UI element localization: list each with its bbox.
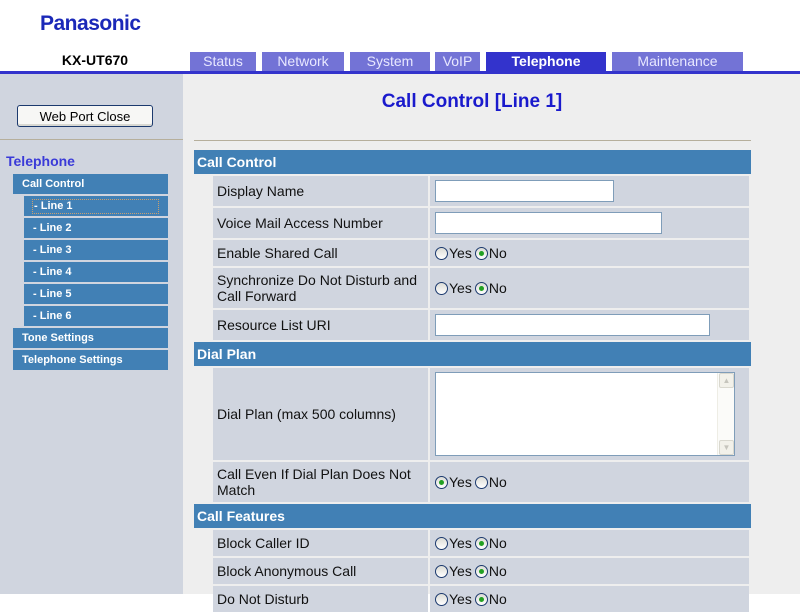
row-resource-list-uri: Resource List URI [213, 310, 751, 340]
sidebar-item-label: - Line 1 [32, 199, 159, 214]
block-caller-id-label: Block Caller ID [213, 530, 428, 556]
tab-status[interactable]: Status [190, 52, 256, 72]
tab-voip[interactable]: VoIP [435, 52, 480, 72]
block-anonymous-call-radio-group: Yes No [435, 563, 510, 579]
title-divider [194, 140, 751, 141]
yes-label: Yes [449, 563, 472, 579]
enable-shared-call-no-radio[interactable] [474, 246, 488, 260]
no-label: No [488, 280, 507, 296]
tab-network[interactable]: Network [262, 52, 344, 72]
no-label: No [488, 474, 507, 490]
sync-dnd-call-forward-label: Synchronize Do Not Disturb and Call Forw… [213, 268, 428, 308]
sidebar-item-tone-settings[interactable]: Tone Settings [13, 328, 168, 348]
block-anonymous-call-label: Block Anonymous Call [213, 558, 428, 584]
do-not-disturb-label: Do Not Disturb [213, 586, 428, 612]
scroll-up-arrow-icon[interactable]: ▲ [719, 373, 734, 388]
yes-label: Yes [449, 280, 472, 296]
section-header-call-control: Call Control [194, 150, 751, 174]
dial-plan-label: Dial Plan (max 500 columns) [213, 368, 428, 460]
voice-mail-access-number-label: Voice Mail Access Number [213, 208, 428, 238]
yes-label: Yes [449, 474, 472, 490]
enable-shared-call-label: Enable Shared Call [213, 240, 428, 266]
display-name-input[interactable] [435, 180, 614, 202]
section-header-dial-plan: Dial Plan [194, 342, 751, 366]
yes-label: Yes [449, 245, 472, 261]
no-label: No [488, 591, 507, 607]
block-anonymous-call-no-radio[interactable] [474, 564, 488, 578]
tab-system[interactable]: System [350, 52, 430, 72]
block-anonymous-call-yes-radio[interactable] [435, 564, 448, 578]
enable-shared-call-yes-radio[interactable] [435, 246, 448, 260]
main-tabs: Status Network System VoIP Telephone Mai… [0, 52, 800, 72]
sidebar-item-line-4[interactable]: - Line 4 [24, 262, 168, 282]
block-caller-id-yes-radio[interactable] [435, 536, 448, 550]
settings-form: Call Control Display Name Voice Mail Acc… [194, 150, 751, 614]
row-call-even-if-no-match: Call Even If Dial Plan Does Not Match Ye… [213, 462, 751, 502]
do-not-disturb-yes-radio[interactable] [435, 592, 448, 606]
sidebar-item-line-2[interactable]: - Line 2 [24, 218, 168, 238]
call-even-if-no-match-no-radio[interactable] [474, 475, 488, 489]
row-dial-plan: Dial Plan (max 500 columns) ▲ ▼ [213, 368, 751, 460]
voice-mail-access-number-input[interactable] [435, 212, 662, 234]
call-even-if-no-match-yes-radio[interactable] [435, 475, 448, 489]
row-display-name: Display Name [213, 176, 751, 206]
panasonic-logo: Panasonic [40, 12, 141, 35]
tab-telephone[interactable]: Telephone [486, 52, 606, 72]
yes-label: Yes [449, 535, 472, 551]
resource-list-uri-input[interactable] [435, 314, 710, 336]
block-caller-id-no-radio[interactable] [474, 536, 488, 550]
no-label: No [488, 245, 507, 261]
sync-dnd-call-forward-no-radio[interactable] [474, 281, 488, 295]
row-voice-mail-access-number: Voice Mail Access Number [213, 208, 751, 238]
sidebar-item-line-1[interactable]: - Line 1 [24, 196, 168, 216]
sync-dnd-call-forward-radio-group: Yes No [435, 280, 510, 296]
dial-plan-scrollbar[interactable]: ▲ ▼ [717, 373, 734, 455]
do-not-disturb-radio-group: Yes No [435, 591, 510, 607]
header: Panasonic KX-UT670 Status Network System… [0, 0, 800, 74]
section-header-call-features: Call Features [194, 504, 751, 528]
sidebar-section-title: Telephone [6, 153, 75, 169]
main-content: Call Control [Line 1] Call Control Displ… [183, 74, 800, 612]
sync-dnd-call-forward-yes-radio[interactable] [435, 281, 448, 295]
yes-label: Yes [449, 591, 472, 607]
do-not-disturb-no-radio[interactable] [474, 592, 488, 606]
resource-list-uri-label: Resource List URI [213, 310, 428, 340]
call-even-if-no-match-radio-group: Yes No [435, 474, 510, 490]
sidebar: Web Port Close Telephone Call Control - … [0, 74, 183, 594]
row-sync-dnd-call-forward: Synchronize Do Not Disturb and Call Forw… [213, 268, 751, 308]
row-enable-shared-call: Enable Shared Call Yes No [213, 240, 751, 266]
sidebar-divider [0, 139, 183, 140]
page-title: Call Control [Line 1] [381, 91, 563, 112]
dial-plan-textarea[interactable]: ▲ ▼ [435, 372, 735, 456]
block-caller-id-radio-group: Yes No [435, 535, 510, 551]
row-do-not-disturb: Do Not Disturb Yes No [213, 586, 751, 612]
row-block-caller-id: Block Caller ID Yes No [213, 530, 751, 556]
scroll-down-arrow-icon[interactable]: ▼ [719, 440, 734, 455]
web-port-close-button[interactable]: Web Port Close [17, 105, 153, 127]
sidebar-item-line-3[interactable]: - Line 3 [24, 240, 168, 260]
sidebar-item-telephone-settings[interactable]: Telephone Settings [13, 350, 168, 370]
no-label: No [488, 563, 507, 579]
sidebar-item-line-5[interactable]: - Line 5 [24, 284, 168, 304]
call-even-if-no-match-label: Call Even If Dial Plan Does Not Match [213, 462, 428, 502]
enable-shared-call-radio-group: Yes No [435, 245, 510, 261]
tab-maintenance[interactable]: Maintenance [612, 52, 743, 72]
sidebar-item-call-control[interactable]: Call Control [13, 174, 168, 194]
row-block-anonymous-call: Block Anonymous Call Yes No [213, 558, 751, 584]
no-label: No [488, 535, 507, 551]
display-name-label: Display Name [213, 176, 428, 206]
sidebar-item-line-6[interactable]: - Line 6 [24, 306, 168, 326]
